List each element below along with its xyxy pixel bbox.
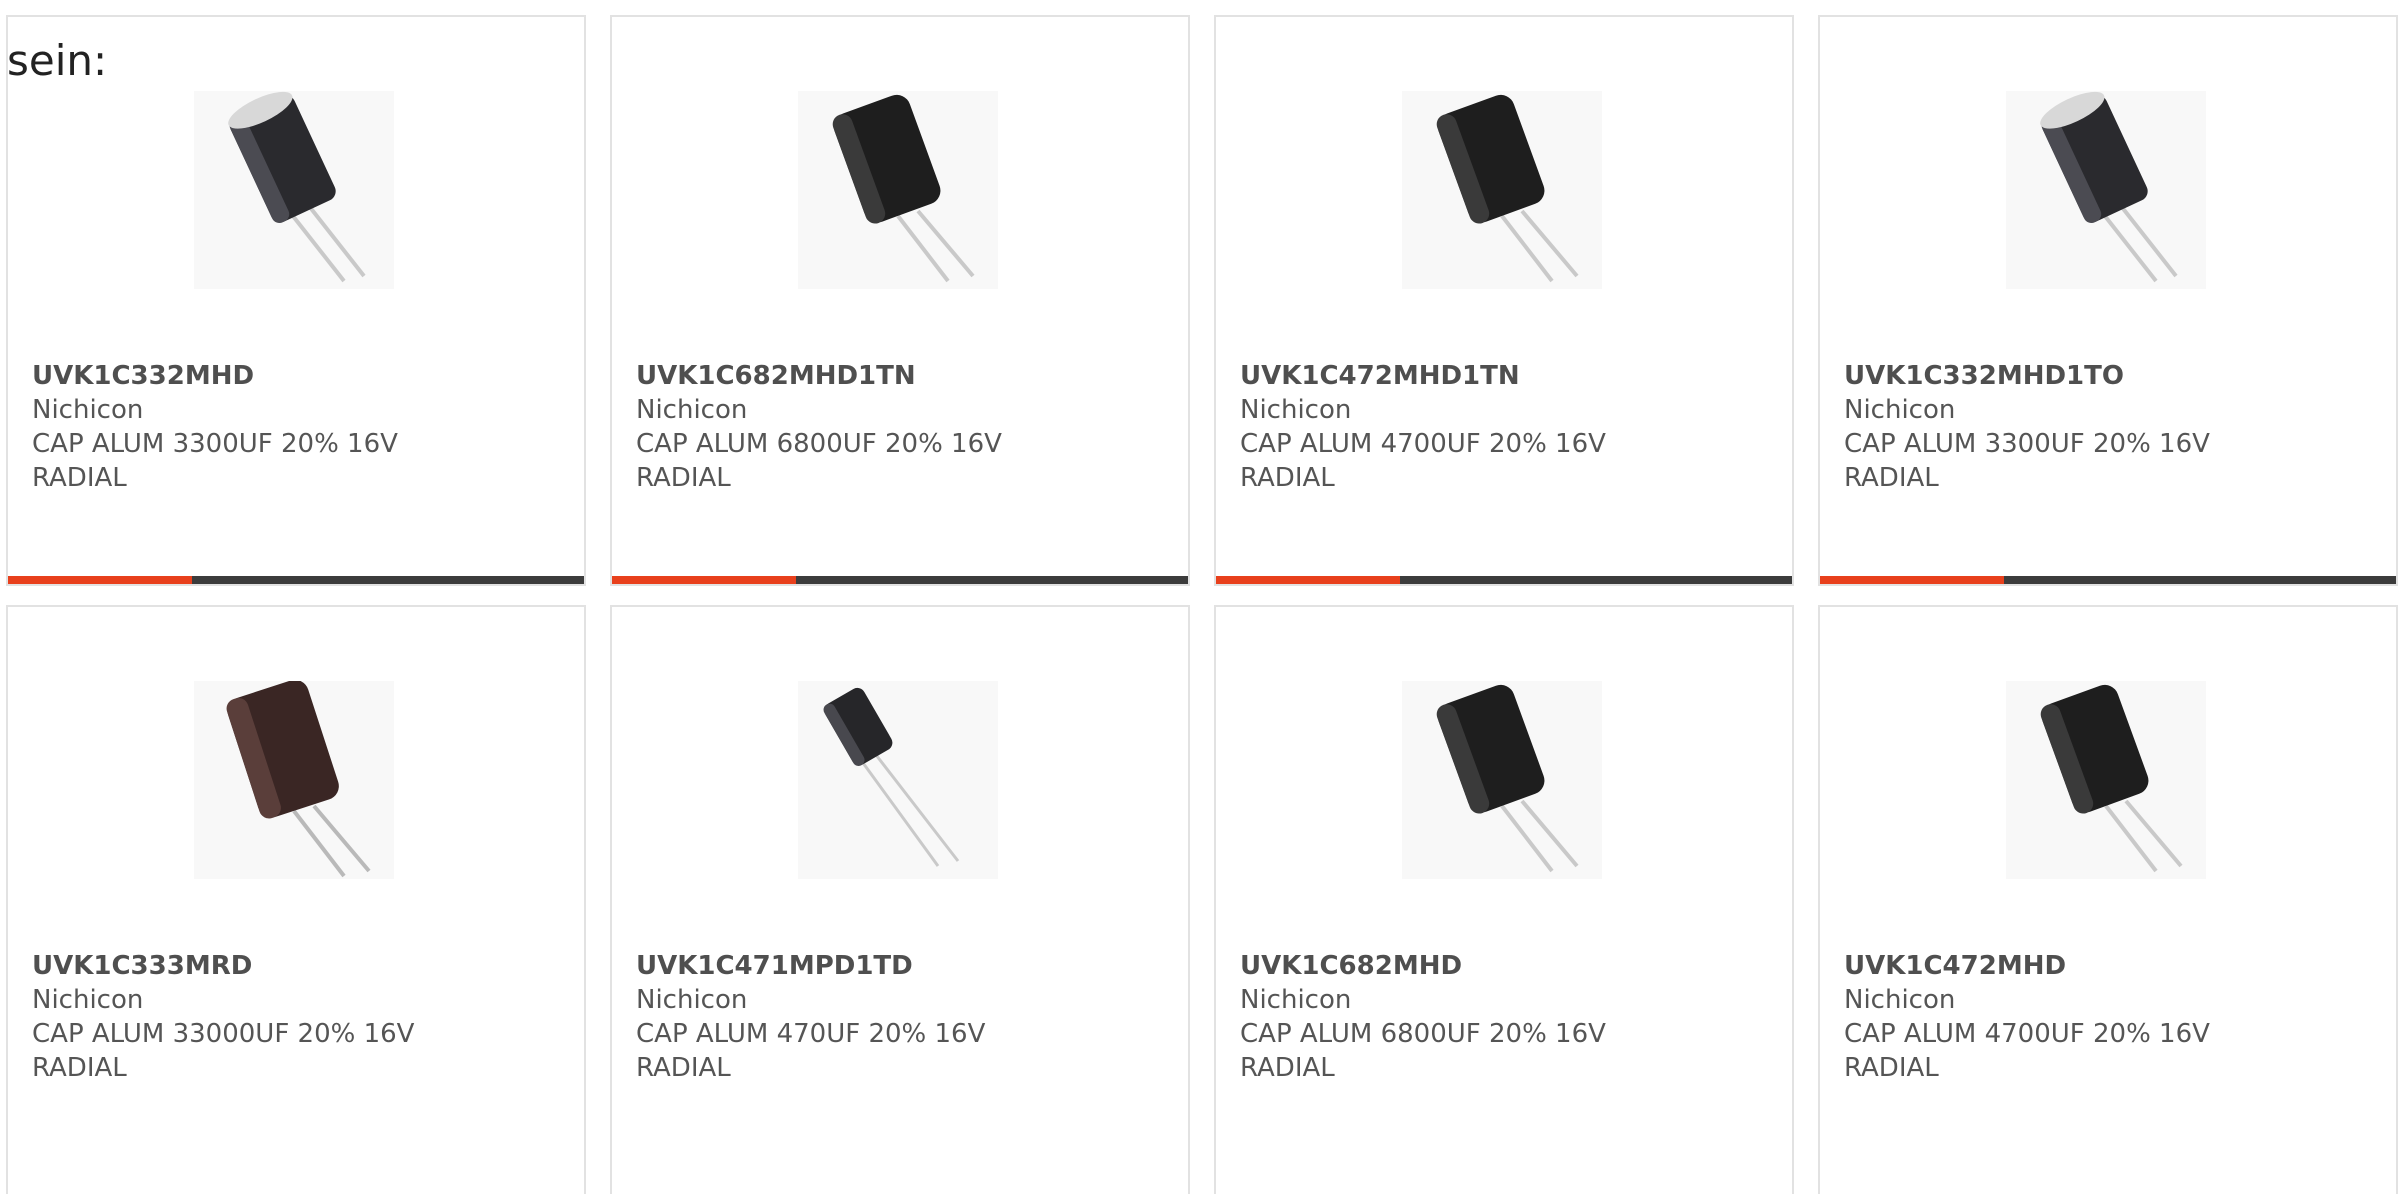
product-info: UVK1C682MHD Nichicon CAP ALUM 6800UF 20%… xyxy=(1240,949,1768,1085)
part-number[interactable]: UVK1C471MPD1TD xyxy=(636,949,1164,983)
product-image[interactable] xyxy=(798,681,998,879)
product-card[interactable]: UVK1C682MHD1TN Nichicon CAP ALUM 6800UF … xyxy=(610,15,1190,586)
product-image[interactable] xyxy=(2006,681,2206,879)
product-image[interactable] xyxy=(1402,681,1602,879)
description: CAP ALUM 33000UF 20% 16V RADIAL xyxy=(32,1019,415,1083)
capacitor-icon xyxy=(194,91,394,289)
description: CAP ALUM 3300UF 20% 16V RADIAL xyxy=(32,429,398,493)
description: CAP ALUM 470UF 20% 16V RADIAL xyxy=(636,1019,986,1083)
manufacturer: Nichicon xyxy=(1240,985,1352,1015)
part-number[interactable]: UVK1C333MRD xyxy=(32,949,560,983)
description: CAP ALUM 6800UF 20% 16V RADIAL xyxy=(636,429,1002,493)
part-number[interactable]: UVK1C332MHD1TO xyxy=(1844,359,2372,393)
capacitor-icon xyxy=(798,91,998,289)
capacitor-icon xyxy=(1402,91,1602,289)
capacitor-icon xyxy=(2006,681,2206,879)
manufacturer: Nichicon xyxy=(32,395,144,425)
product-card[interactable]: UVK1C682MHD Nichicon CAP ALUM 6800UF 20%… xyxy=(1214,605,1794,1194)
part-number[interactable]: UVK1C472MHD1TN xyxy=(1240,359,1768,393)
product-info: UVK1C333MRD Nichicon CAP ALUM 33000UF 20… xyxy=(32,949,560,1085)
accent-bar xyxy=(612,576,1188,584)
description: CAP ALUM 4700UF 20% 16V RADIAL xyxy=(1240,429,1606,493)
product-info: UVK1C332MHD Nichicon CAP ALUM 3300UF 20%… xyxy=(32,359,560,495)
part-number[interactable]: UVK1C472MHD xyxy=(1844,949,2372,983)
capacitor-icon xyxy=(798,681,998,879)
manufacturer: Nichicon xyxy=(1240,395,1352,425)
capacitor-icon xyxy=(2006,91,2206,289)
accent-bar xyxy=(1820,576,2396,584)
product-image[interactable] xyxy=(194,91,394,289)
manufacturer: Nichicon xyxy=(636,985,748,1015)
capacitor-icon xyxy=(194,681,394,879)
product-info: UVK1C682MHD1TN Nichicon CAP ALUM 6800UF … xyxy=(636,359,1164,495)
description: CAP ALUM 6800UF 20% 16V RADIAL xyxy=(1240,1019,1606,1083)
capacitor-icon xyxy=(1402,681,1602,879)
product-card[interactable]: UVK1C332MHD1TO Nichicon CAP ALUM 3300UF … xyxy=(1818,15,2398,586)
product-info: UVK1C332MHD1TO Nichicon CAP ALUM 3300UF … xyxy=(1844,359,2372,495)
manufacturer: Nichicon xyxy=(1844,395,1956,425)
part-number[interactable]: UVK1C332MHD xyxy=(32,359,560,393)
product-grid: UVK1C332MHD Nichicon CAP ALUM 3300UF 20%… xyxy=(6,15,2398,1194)
product-info: UVK1C472MHD1TN Nichicon CAP ALUM 4700UF … xyxy=(1240,359,1768,495)
product-info: UVK1C471MPD1TD Nichicon CAP ALUM 470UF 2… xyxy=(636,949,1164,1085)
accent-bar xyxy=(1216,576,1792,584)
product-card[interactable]: UVK1C472MHD1TN Nichicon CAP ALUM 4700UF … xyxy=(1214,15,1794,586)
product-image[interactable] xyxy=(1402,91,1602,289)
part-number[interactable]: UVK1C682MHD1TN xyxy=(636,359,1164,393)
description: CAP ALUM 3300UF 20% 16V RADIAL xyxy=(1844,429,2210,493)
product-card[interactable]: UVK1C333MRD Nichicon CAP ALUM 33000UF 20… xyxy=(6,605,586,1194)
product-image[interactable] xyxy=(2006,91,2206,289)
manufacturer: Nichicon xyxy=(32,985,144,1015)
product-card[interactable]: UVK1C471MPD1TD Nichicon CAP ALUM 470UF 2… xyxy=(610,605,1190,1194)
product-card[interactable]: UVK1C332MHD Nichicon CAP ALUM 3300UF 20%… xyxy=(6,15,586,586)
product-info: UVK1C472MHD Nichicon CAP ALUM 4700UF 20%… xyxy=(1844,949,2372,1085)
product-card[interactable]: UVK1C472MHD Nichicon CAP ALUM 4700UF 20%… xyxy=(1818,605,2398,1194)
manufacturer: Nichicon xyxy=(1844,985,1956,1015)
part-number[interactable]: UVK1C682MHD xyxy=(1240,949,1768,983)
accent-bar xyxy=(8,576,584,584)
intro-text: sein: xyxy=(7,36,108,85)
product-image[interactable] xyxy=(194,681,394,879)
description: CAP ALUM 4700UF 20% 16V RADIAL xyxy=(1844,1019,2210,1083)
product-image[interactable] xyxy=(798,91,998,289)
manufacturer: Nichicon xyxy=(636,395,748,425)
